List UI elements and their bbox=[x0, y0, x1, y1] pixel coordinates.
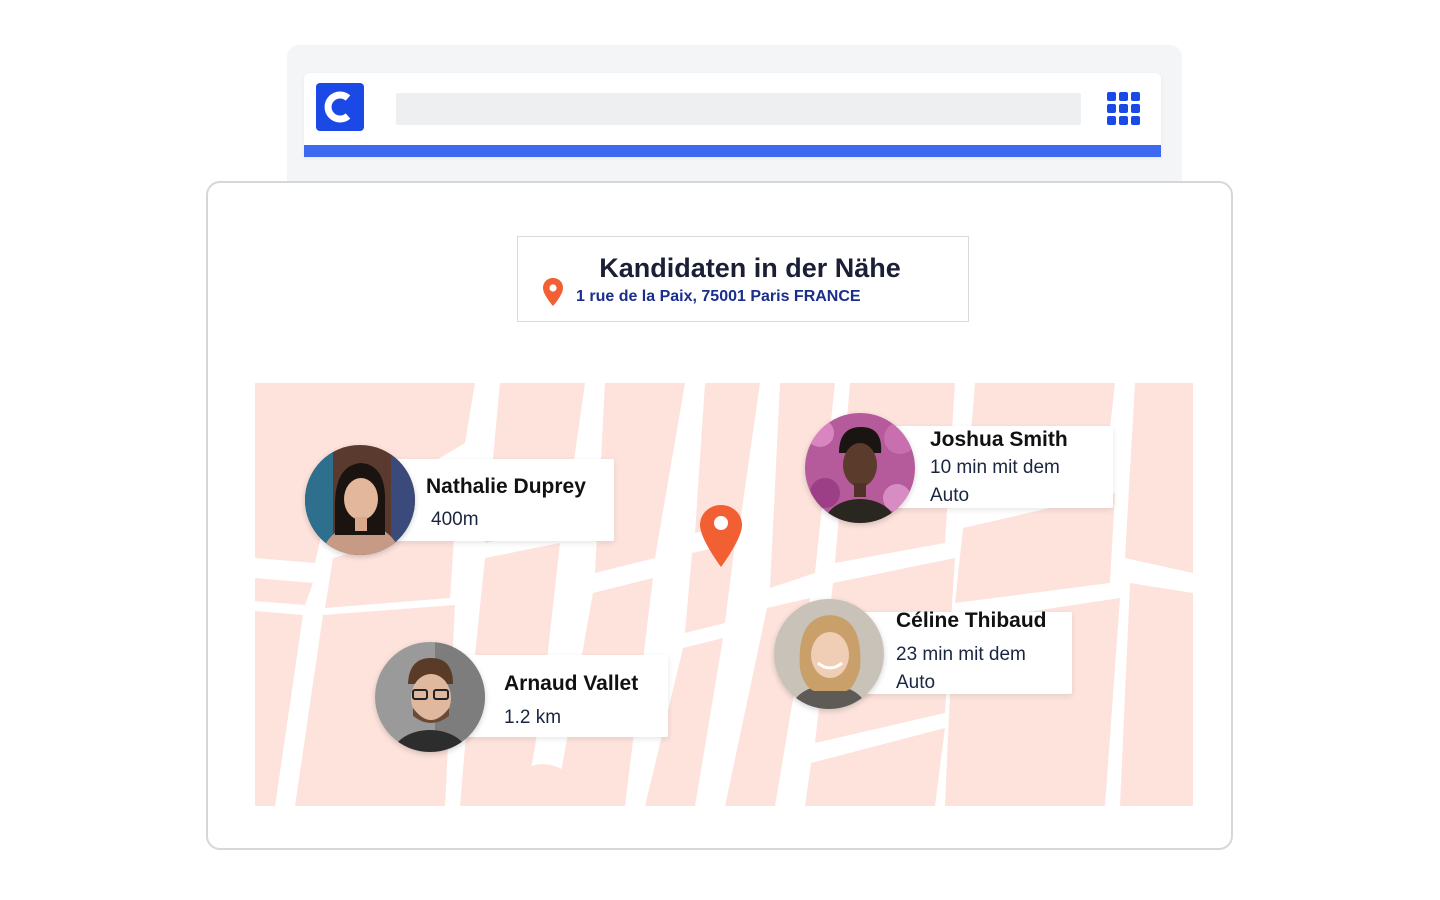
avatar bbox=[774, 599, 884, 709]
candidate-name: Céline Thibaud bbox=[896, 609, 1047, 632]
app-topbar bbox=[304, 73, 1161, 157]
candidate-distance: 400m bbox=[431, 509, 479, 530]
avatar bbox=[375, 642, 485, 752]
avatar bbox=[805, 413, 915, 523]
main-card: Kandidaten in der Nähe 1 rue de la Paix,… bbox=[206, 181, 1233, 850]
avatar bbox=[305, 445, 415, 555]
candidate-card-joshua[interactable]: Joshua Smith 10 min mit dem Auto bbox=[888, 426, 1113, 508]
map-block bbox=[255, 611, 303, 806]
candidate-card-arnaud[interactable]: Arnaud Vallet 1.2 km bbox=[461, 655, 668, 737]
candidate-name: Arnaud Vallet bbox=[504, 672, 639, 695]
candidate-distance: 23 min mit dem Auto bbox=[896, 644, 1026, 693]
page-title: Kandidaten in der Nähe bbox=[599, 253, 901, 283]
app-logo[interactable] bbox=[316, 83, 364, 131]
candidate-name: Nathalie Duprey bbox=[426, 475, 586, 498]
candidate-name: Joshua Smith bbox=[930, 428, 1068, 451]
candidate-distance: 1.2 km bbox=[504, 707, 562, 728]
search-location-header: Kandidaten in der Nähe 1 rue de la Paix,… bbox=[517, 236, 969, 322]
location-address: 1 rue de la Paix, 75001 Paris FRANCE bbox=[576, 288, 861, 305]
apps-grid-icon[interactable] bbox=[1107, 92, 1143, 128]
map-block bbox=[1120, 583, 1193, 806]
map-block bbox=[255, 578, 313, 605]
logo-c-icon bbox=[324, 91, 351, 123]
accent-bar bbox=[304, 145, 1161, 157]
candidate-distance: 10 min mit dem Auto bbox=[930, 457, 1060, 506]
center-location-pin-icon[interactable] bbox=[698, 503, 744, 569]
address-bar[interactable] bbox=[396, 93, 1081, 125]
location-pin-icon bbox=[543, 278, 563, 306]
map-block bbox=[1125, 383, 1193, 573]
